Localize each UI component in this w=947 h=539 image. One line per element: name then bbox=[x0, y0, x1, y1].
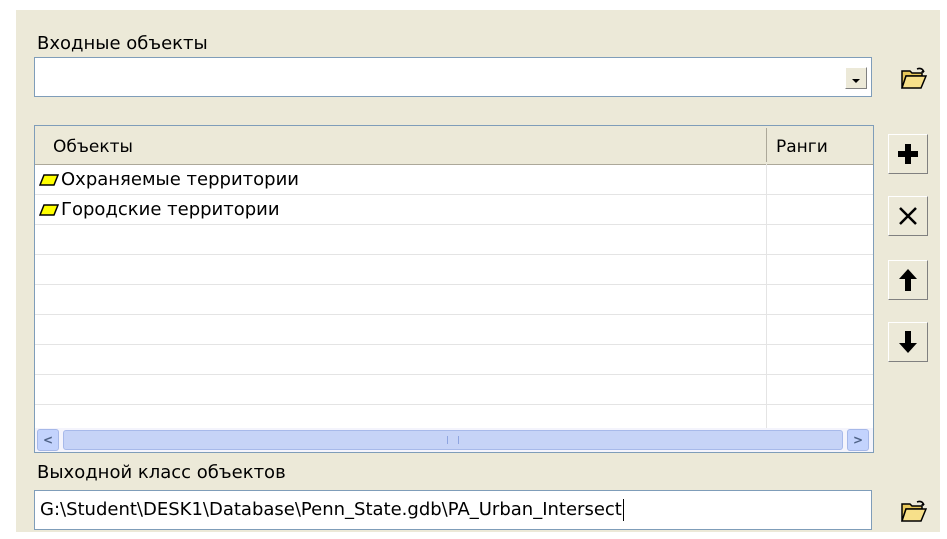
table-row[interactable]: Городские территории bbox=[35, 195, 873, 225]
table-row-empty bbox=[35, 225, 873, 255]
table-row-empty bbox=[35, 315, 873, 345]
feature-cell: Охраняемые территории bbox=[39, 165, 299, 194]
scroll-right-button[interactable]: > bbox=[847, 429, 869, 451]
input-features-combo[interactable] bbox=[34, 57, 872, 97]
table-row-empty bbox=[35, 375, 873, 405]
move-up-icon bbox=[899, 269, 917, 291]
remove-icon bbox=[899, 207, 917, 225]
table-row[interactable]: Охраняемые территории bbox=[35, 165, 873, 195]
feature-name: Охраняемые территории bbox=[61, 168, 299, 190]
feature-name: Городские территории bbox=[61, 198, 280, 220]
grip-icon bbox=[447, 436, 459, 444]
column-divider bbox=[766, 128, 767, 162]
table-row-empty bbox=[35, 255, 873, 285]
move-up-button[interactable] bbox=[888, 260, 928, 300]
text-caret bbox=[622, 499, 624, 521]
browse-input-button[interactable] bbox=[894, 58, 934, 98]
polygon-layer-icon bbox=[39, 173, 59, 186]
horizontal-scrollbar[interactable]: < > bbox=[35, 428, 873, 452]
column-header-ranks[interactable]: Ранги bbox=[776, 126, 828, 164]
input-features-label: Входные объекты bbox=[37, 33, 208, 54]
move-down-icon bbox=[899, 331, 917, 353]
output-path-input[interactable]: G:\Student\DESK1\Database\Penn_State.gdb… bbox=[34, 490, 872, 530]
move-down-button[interactable] bbox=[888, 322, 928, 362]
remove-button[interactable] bbox=[888, 196, 928, 236]
features-table[interactable]: Объекты Ранги Охраняемые территории Горо… bbox=[34, 125, 874, 453]
output-feature-class-label: Выходной класс объектов bbox=[37, 462, 286, 483]
add-icon bbox=[898, 144, 918, 164]
table-header: Объекты Ранги bbox=[35, 126, 873, 165]
open-folder-icon bbox=[901, 500, 927, 522]
table-row-empty bbox=[35, 285, 873, 315]
scroll-thumb[interactable] bbox=[63, 430, 843, 450]
feature-cell: Городские территории bbox=[39, 195, 280, 224]
column-header-features[interactable]: Объекты bbox=[53, 126, 133, 164]
chevron-down-icon[interactable] bbox=[845, 67, 867, 89]
add-button[interactable] bbox=[888, 134, 928, 174]
output-path-value: G:\Student\DESK1\Database\Penn_State.gdb… bbox=[40, 499, 622, 520]
table-row-empty bbox=[35, 345, 873, 375]
open-folder-icon bbox=[901, 67, 927, 89]
polygon-layer-icon bbox=[39, 203, 59, 216]
browse-output-button[interactable] bbox=[894, 491, 934, 531]
scroll-left-button[interactable]: < bbox=[37, 429, 59, 451]
